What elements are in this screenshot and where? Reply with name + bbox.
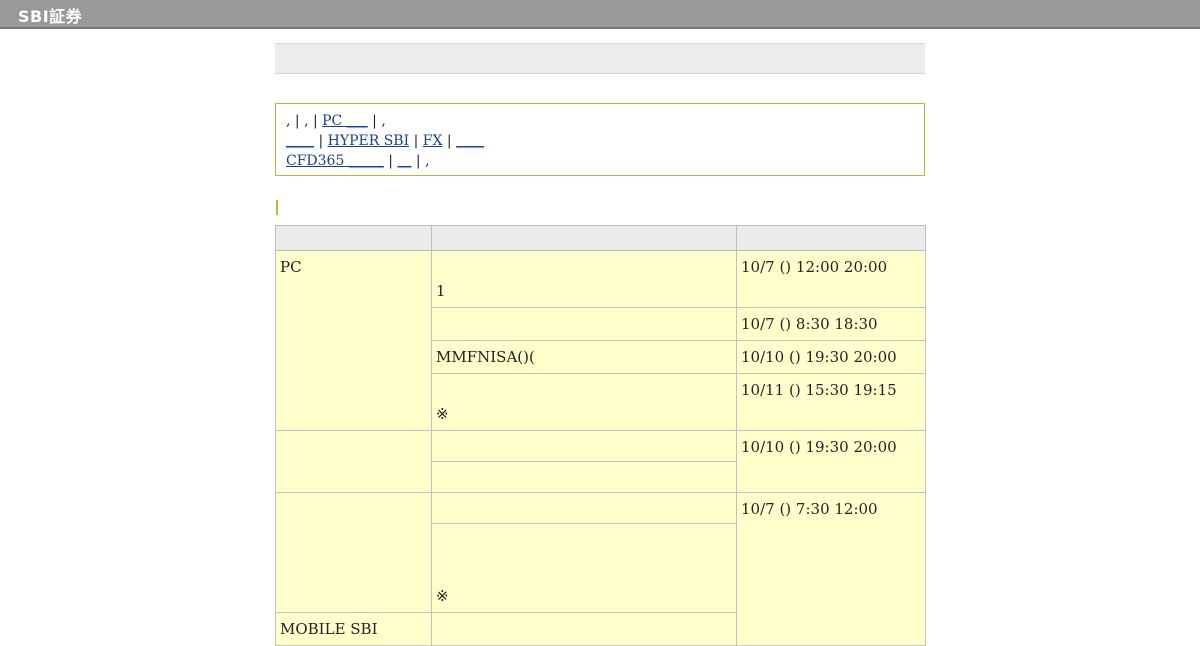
notice-line-1: , | , | PC ___ | , — [286, 113, 386, 129]
service-cell: PC — [275, 250, 432, 431]
time-cell: 10/7 () 12:00 20:00 — [736, 250, 926, 308]
table-header-row — [275, 225, 926, 251]
service-cell — [275, 492, 432, 613]
section-heading-mark — [276, 200, 278, 215]
table-row: 10/7 () 7:30 12:00 — [275, 492, 926, 646]
fx-link[interactable]: FX — [423, 133, 443, 149]
time-cell: 10/11 () 15:30 19:15 — [736, 373, 926, 431]
detail-cell — [431, 430, 737, 462]
hyper-sbi-link[interactable]: HYPER SBI — [328, 133, 410, 149]
header-time — [736, 225, 926, 251]
notice-line-3: CFD365 _____ | __ | , — [286, 153, 430, 169]
notice-line-2: ____ | HYPER SBI | FX | ____ — [286, 133, 485, 149]
detail-cell — [431, 461, 737, 493]
detail-cell: ※ — [431, 523, 737, 613]
top-header-bar: SBI証券 — [0, 0, 1200, 29]
time-cell: 10/10 () 19:30 20:00 — [736, 340, 926, 374]
time-cell: 10/7 () 8:30 18:30 — [736, 307, 926, 341]
time-cell: 10/7 () 7:30 12:00 — [736, 492, 926, 646]
cfd365-link[interactable]: CFD365 _____ — [286, 153, 384, 169]
maintenance-schedule-table: PC 1 10/7 () 12:00 20:00 10/7 () 8:30 18… — [275, 225, 926, 646]
service-cell — [275, 430, 432, 493]
title-bar — [275, 43, 925, 74]
service-cell: MOBILE SBI — [275, 612, 432, 646]
table-row: PC 1 10/7 () 12:00 20:00 — [275, 250, 926, 431]
sbi-logo[interactable]: SBI証券 — [18, 3, 82, 27]
detail-cell: 1 — [431, 250, 737, 308]
header-detail — [431, 225, 737, 251]
link-short[interactable]: __ — [397, 153, 411, 169]
header-service — [275, 225, 432, 251]
pc-link[interactable]: PC ___ — [322, 113, 368, 129]
notice-box: , | , | PC ___ | , ____ | HYPER SBI | FX… — [275, 103, 925, 176]
detail-cell: MMFNISA()( — [431, 340, 737, 374]
time-cell: 10/10 () 19:30 20:00 — [736, 430, 926, 493]
detail-cell — [431, 307, 737, 341]
detail-cell — [431, 612, 737, 646]
link-4[interactable]: ____ — [456, 133, 484, 149]
detail-cell: ※ — [431, 373, 737, 431]
detail-cell — [431, 492, 737, 524]
table-row: 10/10 () 19:30 20:00 — [275, 430, 926, 493]
link-1[interactable]: ____ — [286, 133, 314, 149]
